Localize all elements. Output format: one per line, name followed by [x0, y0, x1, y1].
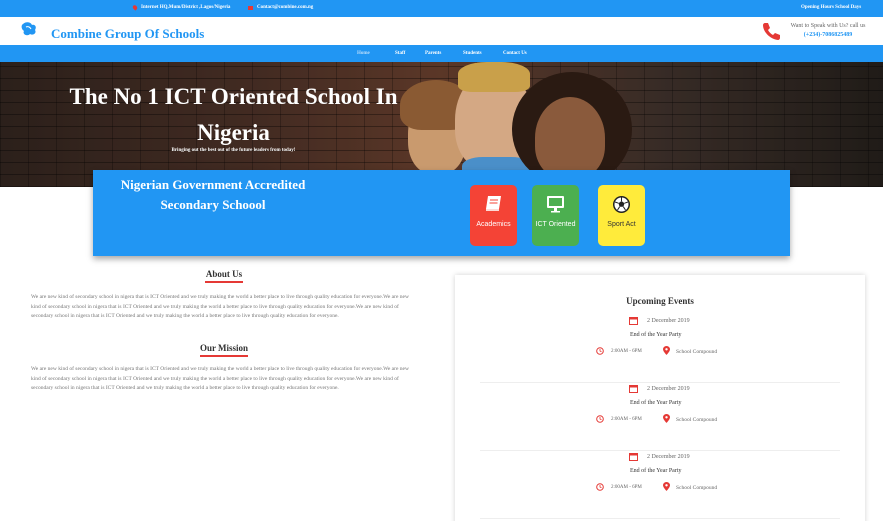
mission-text: We are new kind of secondary school in n…: [31, 366, 409, 391]
hero-person-middle-hair: [458, 62, 530, 92]
envelope-icon: [248, 5, 253, 10]
school-logo-icon[interactable]: [20, 20, 38, 38]
phone-number[interactable]: (+234)-7086825489: [786, 32, 870, 38]
main-nav: Home Staff Parents Students Contact Us: [0, 45, 883, 62]
calendar-icon: [629, 385, 638, 393]
accreditation-panel: Nigerian Government Accredited Secondary…: [93, 170, 790, 256]
clock-icon: [596, 415, 604, 423]
top-info-bar: Internet HQ,Mum/District ,Lagos/Nigeria …: [0, 0, 883, 17]
academics-tile[interactable]: Academics: [470, 185, 517, 246]
event-item[interactable]: 2 December 2019 End of the Year Party 2:…: [480, 383, 840, 451]
map-marker-icon: [663, 414, 670, 423]
event-divider: [480, 518, 840, 519]
sport-act-label: Sport Act: [607, 221, 636, 228]
upcoming-events-card: Upcoming Events 2 December 2019 End of t…: [455, 275, 865, 521]
ict-oriented-tile[interactable]: ICT Oriented: [532, 185, 579, 246]
nav-home[interactable]: Home: [357, 51, 370, 56]
event-name[interactable]: End of the Year Party: [630, 400, 682, 406]
contact-email[interactable]: Contact@combine.com.ng: [257, 5, 313, 10]
opening-hours: Opening Hours School Days: [801, 5, 861, 10]
hero-subtitle: Bringing out the best out of the future …: [171, 148, 296, 153]
brand-name[interactable]: Combine Group Of Schools: [51, 26, 204, 42]
ict-oriented-label: ICT Oriented: [535, 221, 576, 228]
event-location: School Compound: [676, 417, 718, 423]
event-item[interactable]: 2 December 2019 End of the Year Party 2:…: [480, 315, 840, 383]
about-underline: [205, 281, 243, 283]
event-name[interactable]: End of the Year Party: [630, 332, 682, 338]
map-marker-icon: [663, 482, 670, 491]
nav-students[interactable]: Students: [463, 51, 482, 56]
clock-icon: [596, 483, 604, 491]
calendar-icon: [629, 317, 638, 325]
location-pin-icon: [131, 4, 139, 11]
address-item: Internet HQ,Mum/District ,Lagos/Nigeria: [131, 4, 231, 11]
hero-person-right: [535, 97, 605, 179]
event-date: 2 December 2019: [647, 386, 690, 392]
accreditation-title: Nigerian Government Accredited Secondary…: [120, 177, 306, 212]
nav-staff[interactable]: Staff: [395, 51, 405, 56]
calendar-icon: [629, 453, 638, 461]
clock-icon: [596, 347, 604, 355]
events-title: Upcoming Events: [626, 296, 694, 306]
event-time: 2:00AM - 6PM: [611, 349, 642, 354]
sport-act-tile[interactable]: Sport Act: [598, 185, 645, 246]
nav-contact-us[interactable]: Contact Us: [503, 51, 527, 56]
phone-icon: [763, 23, 780, 40]
about-title: About Us: [205, 269, 243, 279]
about-text: We are new kind of secondary school in n…: [31, 294, 409, 319]
map-marker-icon: [663, 346, 670, 355]
mission-underline: [200, 355, 248, 357]
nav-parents[interactable]: Parents: [425, 51, 441, 56]
event-name[interactable]: End of the Year Party: [630, 468, 682, 474]
hero-banner: The No 1 ICT Oriented School In Nigeria …: [0, 62, 883, 187]
event-time: 2:00AM - 6PM: [611, 485, 642, 490]
call-us-text: Want to Speak with Us? call us: [790, 23, 866, 29]
soccer-ball-icon: [613, 196, 630, 213]
event-time: 2:00AM - 6PM: [611, 417, 642, 422]
book-icon: [486, 196, 501, 211]
academics-label: Academics: [476, 221, 511, 228]
mission-title: Our Mission: [199, 343, 249, 353]
monitor-icon: [547, 196, 564, 213]
site-header: Combine Group Of Schools Want to Speak w…: [0, 17, 883, 45]
event-item[interactable]: 2 December 2019 End of the Year Party 2:…: [480, 451, 840, 519]
hero-title: The No 1 ICT Oriented School In Nigeria: [69, 84, 398, 145]
event-location: School Compound: [676, 485, 718, 491]
event-date: 2 December 2019: [647, 454, 690, 460]
contact-item[interactable]: Contact@combine.com.ng: [248, 5, 313, 10]
opening-hours-text: Opening Hours School Days: [801, 5, 862, 10]
address-text: Internet HQ,Mum/District ,Lagos/Nigeria: [141, 5, 231, 10]
event-location: School Compound: [676, 349, 718, 355]
event-date: 2 December 2019: [647, 318, 690, 324]
